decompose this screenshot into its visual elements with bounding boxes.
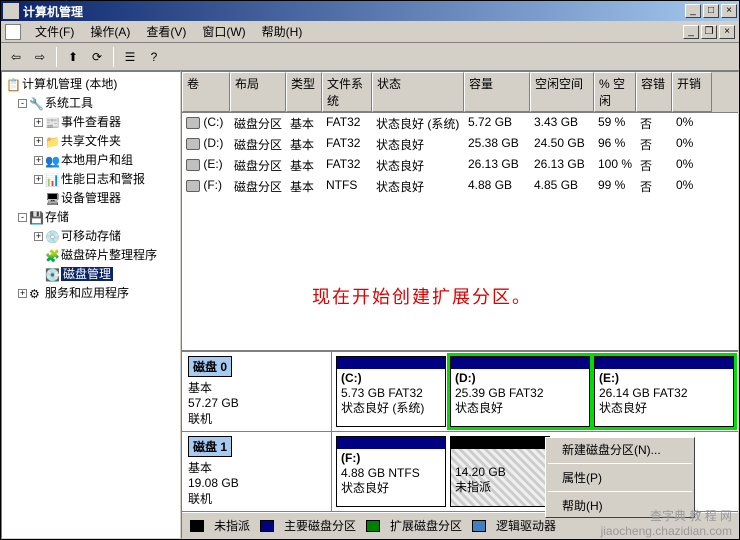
disk-1-title: 磁盘 1 <box>188 436 232 457</box>
volume-row[interactable]: (F:)磁盘分区基本NTFS状态良好4.88 GB4.85 GB99 %否0% <box>182 176 738 197</box>
tree-storage[interactable]: -💾存储 <box>4 207 178 226</box>
disk-1-size: 19.08 GB <box>188 476 239 490</box>
titlebar: 计算机管理 _ □ × <box>1 1 739 21</box>
expand-icon[interactable]: - <box>18 213 27 222</box>
menu-window[interactable]: 窗口(W) <box>194 21 253 42</box>
context-menu: 新建磁盘分区(N)... 属性(P) 帮助(H) <box>545 437 695 518</box>
expand-icon[interactable]: + <box>34 137 43 146</box>
toolbar: ⇦ ⇨ ⬆ ⟳ ☰ ? <box>1 43 739 71</box>
minimize-button[interactable]: _ <box>685 4 701 18</box>
menubar: 文件(F) 操作(A) 查看(V) 窗口(W) 帮助(H) _ ❐ × <box>1 21 739 43</box>
col-capacity[interactable]: 容量 <box>464 72 530 112</box>
volume-icon <box>186 117 200 129</box>
disk-0-row: 磁盘 0 基本 57.27 GB 联机 (C:)5.73 GB FAT32状态良… <box>182 352 738 432</box>
menu-action[interactable]: 操作(A) <box>82 21 138 42</box>
menu-file[interactable]: 文件(F) <box>27 21 82 42</box>
volume-icon <box>186 159 200 171</box>
watermark: 查字典 教 程 网 jiaocheng.chazidian.com <box>601 507 732 538</box>
col-pctfree[interactable]: % 空闲 <box>594 72 636 112</box>
col-type[interactable]: 类型 <box>286 72 322 112</box>
disk-0-type: 基本 <box>188 381 212 395</box>
tree-services[interactable]: +⚙服务和应用程序 <box>4 283 178 302</box>
col-free[interactable]: 空闲空间 <box>530 72 594 112</box>
tree-systools[interactable]: -🔧系统工具 <box>4 93 178 112</box>
expand-icon[interactable]: + <box>18 289 27 298</box>
close-button[interactable]: × <box>721 4 737 18</box>
grid-header: 卷 布局 类型 文件系统 状态 容量 空闲空间 % 空闲 容错 开销 <box>182 72 738 113</box>
partition-e[interactable]: (E:)26.14 GB FAT32状态良好 <box>594 356 734 427</box>
tree-diskmgmt[interactable]: 💽磁盘管理 <box>4 264 178 283</box>
col-layout[interactable]: 布局 <box>230 72 286 112</box>
tree-root[interactable]: 📋计算机管理 (本地) <box>4 74 178 93</box>
ctx-new-partition[interactable]: 新建磁盘分区(N)... <box>546 438 694 461</box>
mmc-icon <box>5 24 21 40</box>
legend-primary-swatch <box>260 520 274 532</box>
expand-icon[interactable]: + <box>34 156 43 165</box>
grid-body[interactable]: (C:)磁盘分区基本FAT32状态良好 (系统)5.72 GB3.43 GB59… <box>182 113 738 350</box>
annotation-text: 现在开始创建扩展分区。 <box>312 283 532 309</box>
menu-help[interactable]: 帮助(H) <box>254 21 311 42</box>
col-ft[interactable]: 容错 <box>636 72 672 112</box>
window-title: 计算机管理 <box>23 3 683 20</box>
partition-unallocated[interactable]: 14.20 GB未指派 <box>450 436 550 507</box>
volume-row[interactable]: (E:)磁盘分区基本FAT32状态良好26.13 GB26.13 GB100 %… <box>182 155 738 176</box>
disk-0-status: 联机 <box>188 412 212 426</box>
col-overhead[interactable]: 开销 <box>672 72 712 112</box>
partition-c[interactable]: (C:)5.73 GB FAT32状态良好 (系统) <box>336 356 446 427</box>
tree-eventviewer[interactable]: +📰事件查看器 <box>4 112 178 131</box>
disk-0-size: 57.27 GB <box>188 396 239 410</box>
legend-logical-swatch <box>472 520 486 532</box>
expand-icon[interactable]: + <box>34 232 43 241</box>
volume-icon <box>186 180 200 192</box>
volume-row[interactable]: (D:)磁盘分区基本FAT32状态良好25.38 GB24.50 GB96 %否… <box>182 134 738 155</box>
tree-users[interactable]: +👥本地用户和组 <box>4 150 178 169</box>
col-status[interactable]: 状态 <box>372 72 464 112</box>
disk-1-type: 基本 <box>188 461 212 475</box>
up-button[interactable]: ⬆ <box>62 46 84 68</box>
expand-icon[interactable]: + <box>34 175 43 184</box>
col-volume[interactable]: 卷 <box>182 72 230 112</box>
mdi-close-button[interactable]: × <box>719 25 735 39</box>
volume-row[interactable]: (C:)磁盘分区基本FAT32状态良好 (系统)5.72 GB3.43 GB59… <box>182 113 738 134</box>
expand-icon[interactable]: + <box>34 118 43 127</box>
mdi-restore-button[interactable]: ❐ <box>701 25 717 39</box>
expand-icon[interactable]: - <box>18 99 27 108</box>
help-button[interactable]: ? <box>143 46 165 68</box>
back-button[interactable]: ⇦ <box>5 46 27 68</box>
menu-view[interactable]: 查看(V) <box>138 21 194 42</box>
disk-1-label[interactable]: 磁盘 1 基本 19.08 GB 联机 <box>182 432 332 511</box>
maximize-button[interactable]: □ <box>703 4 719 18</box>
forward-button[interactable]: ⇨ <box>29 46 51 68</box>
partition-d[interactable]: (D:)25.39 GB FAT32状态良好 <box>450 356 590 427</box>
tree-shared[interactable]: +📁共享文件夹 <box>4 131 178 150</box>
tree-panel[interactable]: 📋计算机管理 (本地) -🔧系统工具 +📰事件查看器 +📁共享文件夹 +👥本地用… <box>1 71 181 539</box>
right-panel: 卷 布局 类型 文件系统 状态 容量 空闲空间 % 空闲 容错 开销 (C:)磁… <box>181 71 739 539</box>
refresh-button[interactable]: ⟳ <box>86 46 108 68</box>
col-fs[interactable]: 文件系统 <box>322 72 372 112</box>
volume-icon <box>186 138 200 150</box>
properties-button[interactable]: ☰ <box>119 46 141 68</box>
tree-removable[interactable]: +💿可移动存储 <box>4 226 178 245</box>
legend-extended-swatch <box>366 520 380 532</box>
tree-defrag[interactable]: 🧩磁盘碎片整理程序 <box>4 245 178 264</box>
mdi-minimize-button[interactable]: _ <box>683 25 699 39</box>
disk-1-status: 联机 <box>188 492 212 506</box>
ctx-properties[interactable]: 属性(P) <box>546 466 694 489</box>
tree-perf[interactable]: +📊性能日志和警报 <box>4 169 178 188</box>
partition-f[interactable]: (F:)4.88 GB NTFS状态良好 <box>336 436 446 507</box>
disk-0-title: 磁盘 0 <box>188 356 232 377</box>
tree-devmgr[interactable]: 🖥设备管理器 <box>4 188 178 207</box>
disk-0-label[interactable]: 磁盘 0 基本 57.27 GB 联机 <box>182 352 332 431</box>
legend-unalloc-swatch <box>190 520 204 532</box>
app-icon <box>3 3 19 19</box>
